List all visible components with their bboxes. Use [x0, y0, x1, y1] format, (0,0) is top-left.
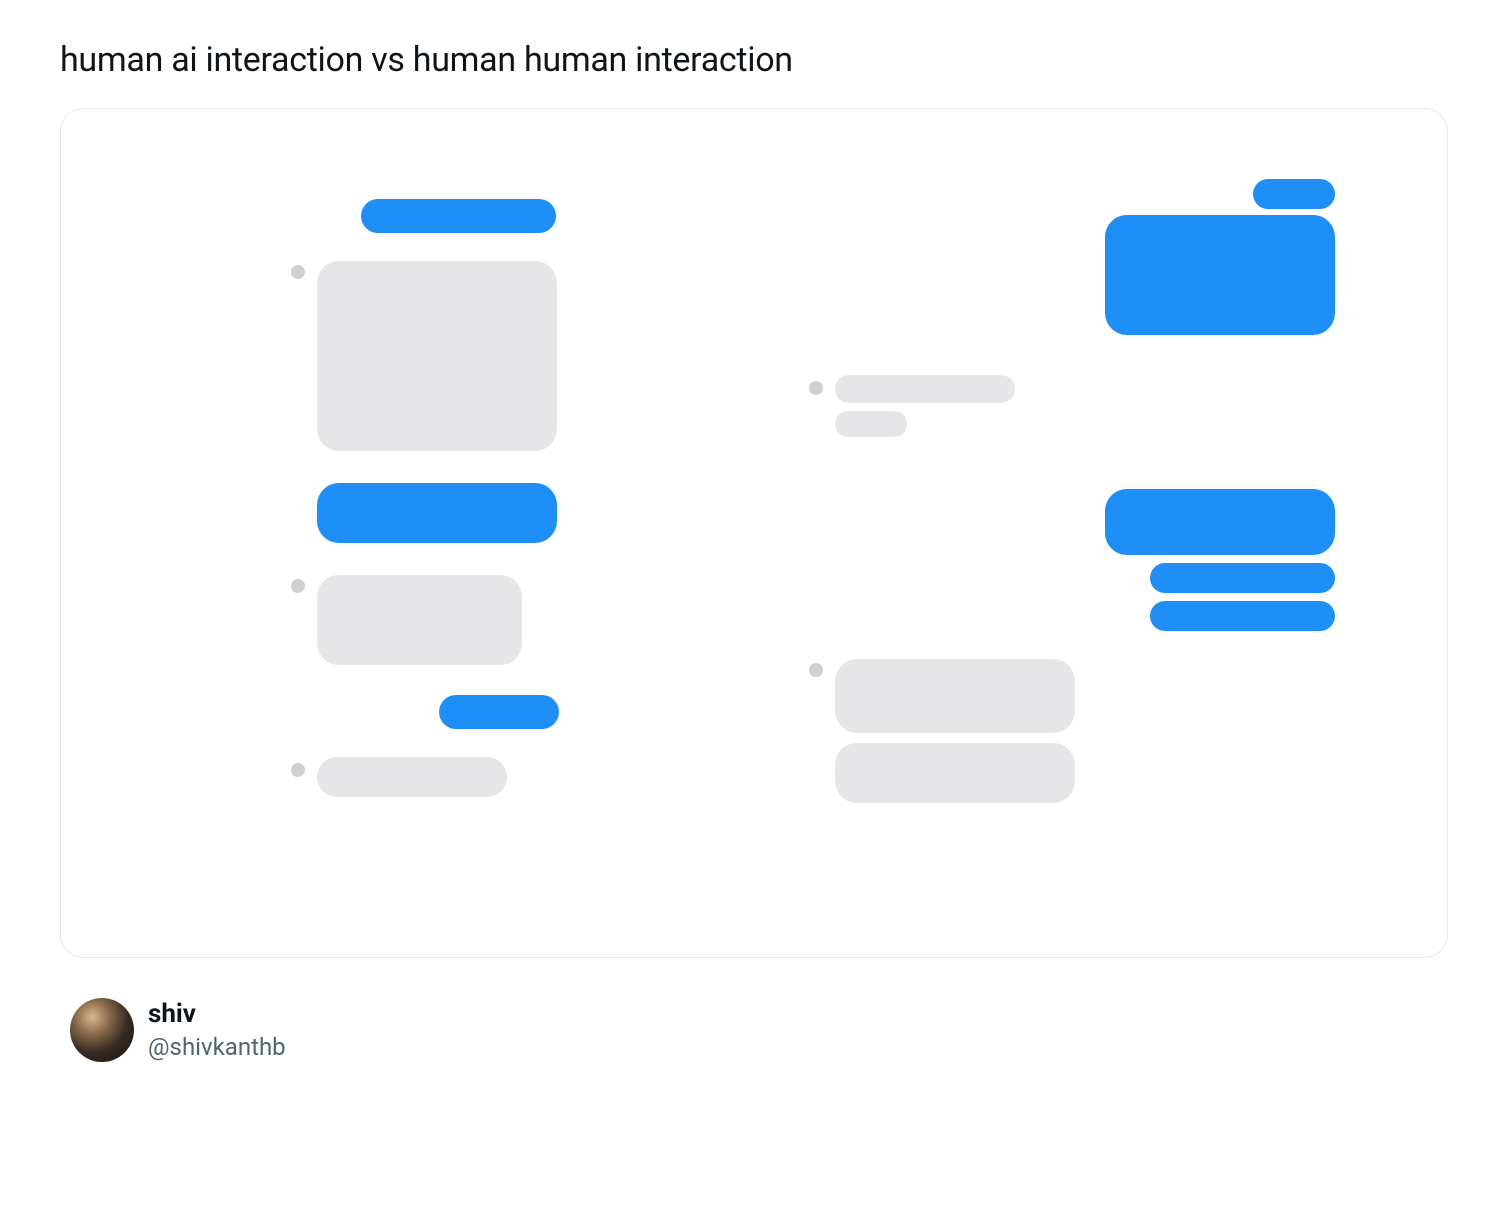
- post-image-card[interactable]: [60, 108, 1448, 958]
- avatar-dot-icon: [809, 381, 823, 395]
- author-avatar[interactable]: [70, 998, 134, 1062]
- sent-bubble: [361, 199, 556, 233]
- received-bubble: [317, 261, 557, 451]
- chat-column-right: [779, 169, 1387, 897]
- sent-bubble: [1150, 601, 1335, 631]
- received-bubble: [835, 743, 1075, 803]
- author-handle[interactable]: @shivkanthb: [148, 1032, 286, 1063]
- author-text: shiv @shivkanthb: [148, 998, 286, 1063]
- sent-bubble: [1253, 179, 1335, 209]
- sent-bubble: [1105, 215, 1335, 335]
- received-bubble: [835, 659, 1075, 733]
- author-row[interactable]: shiv @shivkanthb: [60, 998, 1448, 1063]
- sent-bubble: [439, 695, 559, 729]
- received-bubble: [317, 757, 507, 797]
- author-name[interactable]: shiv: [148, 998, 286, 1032]
- sent-bubble: [317, 483, 557, 543]
- received-bubble: [835, 375, 1015, 403]
- sent-bubble: [1150, 563, 1335, 593]
- avatar-dot-icon: [809, 663, 823, 677]
- received-bubble: [317, 575, 522, 665]
- avatar-dot-icon: [291, 763, 305, 777]
- post-title: human ai interaction vs human human inte…: [60, 40, 1448, 80]
- social-post: human ai interaction vs human human inte…: [60, 40, 1448, 1063]
- sent-bubble: [1105, 489, 1335, 555]
- avatar-dot-icon: [291, 265, 305, 279]
- chat-column-left: [121, 169, 729, 897]
- received-bubble: [835, 411, 907, 437]
- avatar-dot-icon: [291, 579, 305, 593]
